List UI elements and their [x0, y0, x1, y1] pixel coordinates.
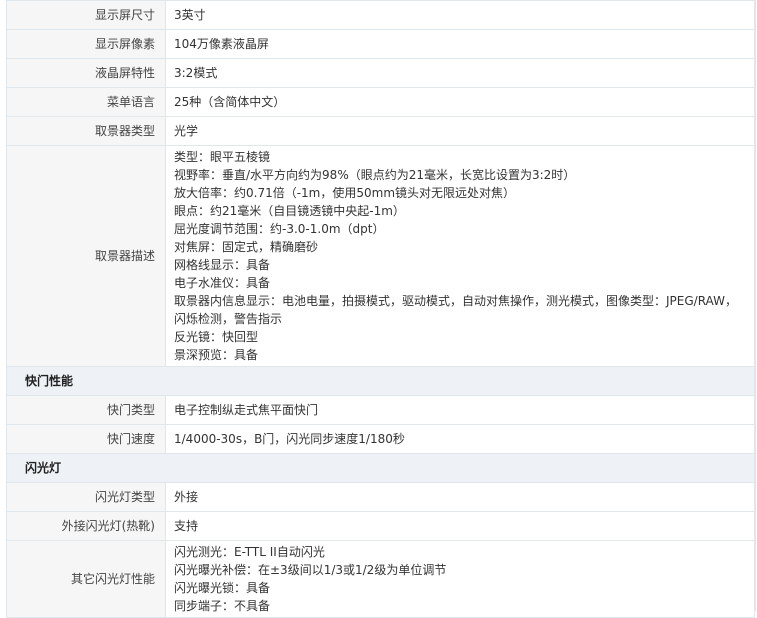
spec-row-viewfinder-description: 取景器描述 类型：眼平五棱镜 视野率：垂直/水平方向约为98%（眼点约为21毫米… — [6, 145, 755, 367]
spec-label: 菜单语言 — [6, 87, 166, 117]
spec-label: 取景器描述 — [6, 145, 166, 367]
spec-value: 25种（含简体中文） — [165, 87, 755, 117]
section-title: 闪光灯 — [6, 453, 755, 483]
spec-label: 显示屏像素 — [6, 29, 166, 59]
section-title: 快门性能 — [6, 366, 755, 396]
spec-line: 闪光曝光锁：具备 — [174, 581, 271, 595]
spec-row: 快门类型 电子控制纵走式焦平面快门 — [6, 395, 755, 425]
spec-label: 快门速度 — [6, 424, 166, 454]
section-header-flash: 闪光灯 — [6, 453, 755, 483]
viewfinder-description: 类型：眼平五棱镜 视野率：垂直/水平方向约为98%（眼点约为21毫米，长宽比设置… — [165, 145, 755, 367]
spec-line: 取景器内信息显示：电池电量，拍摄模式，驱动模式，自动对焦操作，测光模式，图像类型… — [174, 294, 737, 326]
spec-label: 闪光灯类型 — [6, 482, 166, 512]
spec-label: 液晶屏特性 — [6, 58, 166, 88]
spec-line: 电子水准仪：具备 — [174, 276, 271, 290]
spec-line: 网格线显示：具备 — [174, 258, 271, 272]
spec-table: 显示屏尺寸 3英寸 显示屏像素 104万像素液晶屏 液晶屏特性 3:2模式 菜单… — [6, 0, 755, 618]
spec-row: 快门速度 1/4000-30s，B门，闪光同步速度1/180秒 — [6, 424, 755, 454]
spec-value: 3英寸 — [165, 0, 755, 30]
spec-row-flash-other: 其它闪光灯性能 闪光测光：E-TTL II自动闪光 闪光曝光补偿：在±3级间以1… — [6, 540, 755, 618]
section-header-shutter: 快门性能 — [6, 366, 755, 396]
spec-line: 闪光曝光补偿：在±3级间以1/3或1/2级为单位调节 — [174, 563, 447, 577]
spec-line: 同步端子：不具备 — [174, 599, 271, 613]
spec-value: 1/4000-30s，B门，闪光同步速度1/180秒 — [165, 424, 755, 454]
table-right-border — [755, 0, 756, 611]
spec-line: 眼点：约21毫米（自目镜透镜中央起-1m） — [174, 204, 405, 218]
spec-label: 快门类型 — [6, 395, 166, 425]
spec-line: 景深预览：具备 — [174, 348, 259, 362]
spec-value: 3:2模式 — [165, 58, 755, 88]
spec-row: 显示屏尺寸 3英寸 — [6, 0, 755, 30]
spec-line: 闪光测光：E-TTL II自动闪光 — [174, 545, 325, 559]
flash-other-description: 闪光测光：E-TTL II自动闪光 闪光曝光补偿：在±3级间以1/3或1/2级为… — [165, 540, 755, 618]
spec-value: 外接 — [165, 482, 755, 512]
spec-line: 反光镜：快回型 — [174, 330, 259, 344]
spec-label: 取景器类型 — [6, 116, 166, 146]
spec-label: 外接闪光灯(热靴) — [6, 511, 166, 541]
spec-line: 屈光度调节范围：约-3.0-1.0m（dpt） — [174, 222, 385, 236]
spec-row: 菜单语言 25种（含简体中文） — [6, 87, 755, 117]
spec-line: 放大倍率：约0.71倍（-1m，使用50mm镜头对无限远处对焦） — [174, 186, 516, 200]
spec-row: 显示屏像素 104万像素液晶屏 — [6, 29, 755, 59]
spec-value: 支持 — [165, 511, 755, 541]
spec-row: 闪光灯类型 外接 — [6, 482, 755, 512]
spec-row: 外接闪光灯(热靴) 支持 — [6, 511, 755, 541]
spec-line: 对焦屏：固定式，精确磨砂 — [174, 240, 319, 254]
spec-value: 光学 — [165, 116, 755, 146]
spec-value: 104万像素液晶屏 — [165, 29, 755, 59]
spec-line: 视野率：垂直/水平方向约为98%（眼点约为21毫米，长宽比设置为3:2时） — [174, 168, 576, 182]
spec-row: 液晶屏特性 3:2模式 — [6, 58, 755, 88]
spec-label: 显示屏尺寸 — [6, 0, 166, 30]
spec-value: 电子控制纵走式焦平面快门 — [165, 395, 755, 425]
spec-line: 类型：眼平五棱镜 — [174, 150, 271, 164]
spec-row: 取景器类型 光学 — [6, 116, 755, 146]
spec-label: 其它闪光灯性能 — [6, 540, 166, 618]
